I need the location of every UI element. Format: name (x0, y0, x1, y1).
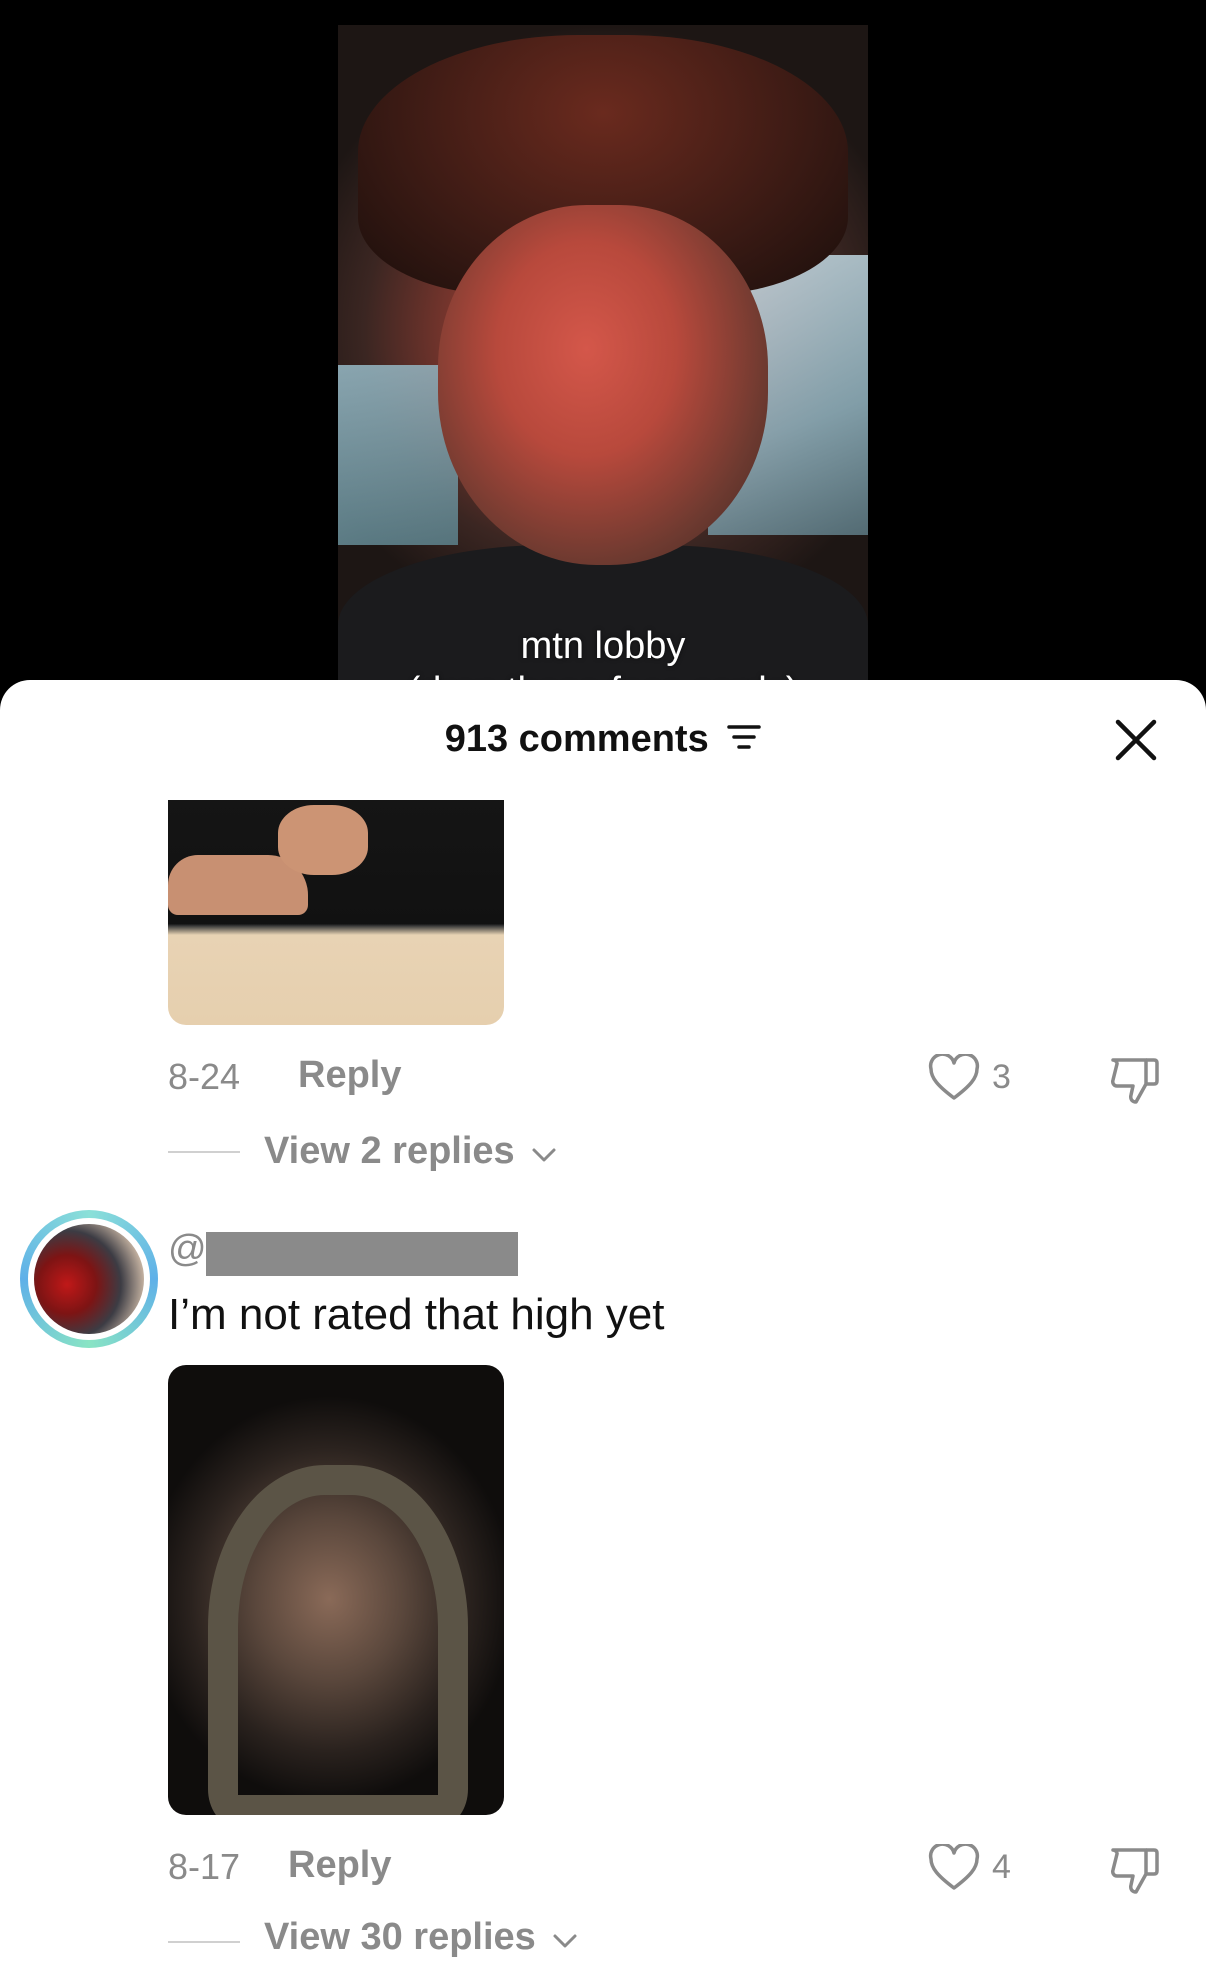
heart-icon[interactable] (928, 1052, 980, 1102)
view-replies-button[interactable]: View 2 replies (264, 1130, 557, 1174)
comments-count-label: 913 comments (444, 718, 709, 760)
heart-icon[interactable] (928, 1842, 980, 1892)
comments-title: 913 comments (0, 718, 1206, 762)
username-prefix[interactable]: @ (168, 1228, 207, 1271)
comment-date: 8-17 (168, 1846, 241, 1887)
comment-image-hood (208, 1465, 468, 1815)
filter-icon[interactable] (727, 719, 762, 762)
username-redacted[interactable] (206, 1232, 518, 1276)
comment-date: 8-24 (168, 1056, 241, 1097)
chevron-down-icon (552, 1917, 578, 1960)
reply-button[interactable]: Reply (298, 1054, 401, 1097)
comment-text: I’m not rated that high yet (168, 1290, 665, 1339)
view-replies-label: View 2 replies (264, 1130, 515, 1172)
comment-image[interactable] (168, 800, 504, 1025)
view-replies-label: View 30 replies (264, 1916, 536, 1958)
close-icon[interactable] (1112, 716, 1160, 764)
video-player[interactable]: mtn lobby (drop those face cards) (0, 0, 1206, 705)
view-replies-divider (168, 1151, 240, 1153)
like-count: 3 (992, 1058, 1011, 1096)
view-replies-divider (168, 1941, 240, 1943)
video-frame[interactable]: mtn lobby (drop those face cards) (338, 25, 868, 705)
comments-sheet: 913 comments 8-24 Reply 3 View 2 replies (0, 680, 1206, 1970)
comment-image-hand (278, 805, 368, 875)
dislike-icon[interactable] (1108, 1052, 1162, 1106)
reply-button[interactable]: Reply (288, 1844, 391, 1887)
comment-image[interactable] (168, 1365, 504, 1815)
dislike-icon[interactable] (1108, 1842, 1162, 1896)
view-replies-button[interactable]: View 30 replies (264, 1916, 578, 1960)
chevron-down-icon (531, 1131, 557, 1174)
like-count: 4 (992, 1848, 1011, 1886)
video-face (438, 205, 768, 565)
comments-header: 913 comments (0, 680, 1206, 800)
avatar-image (34, 1224, 144, 1334)
avatar[interactable] (20, 1210, 158, 1348)
video-caption-line1: mtn lobby (520, 625, 686, 667)
